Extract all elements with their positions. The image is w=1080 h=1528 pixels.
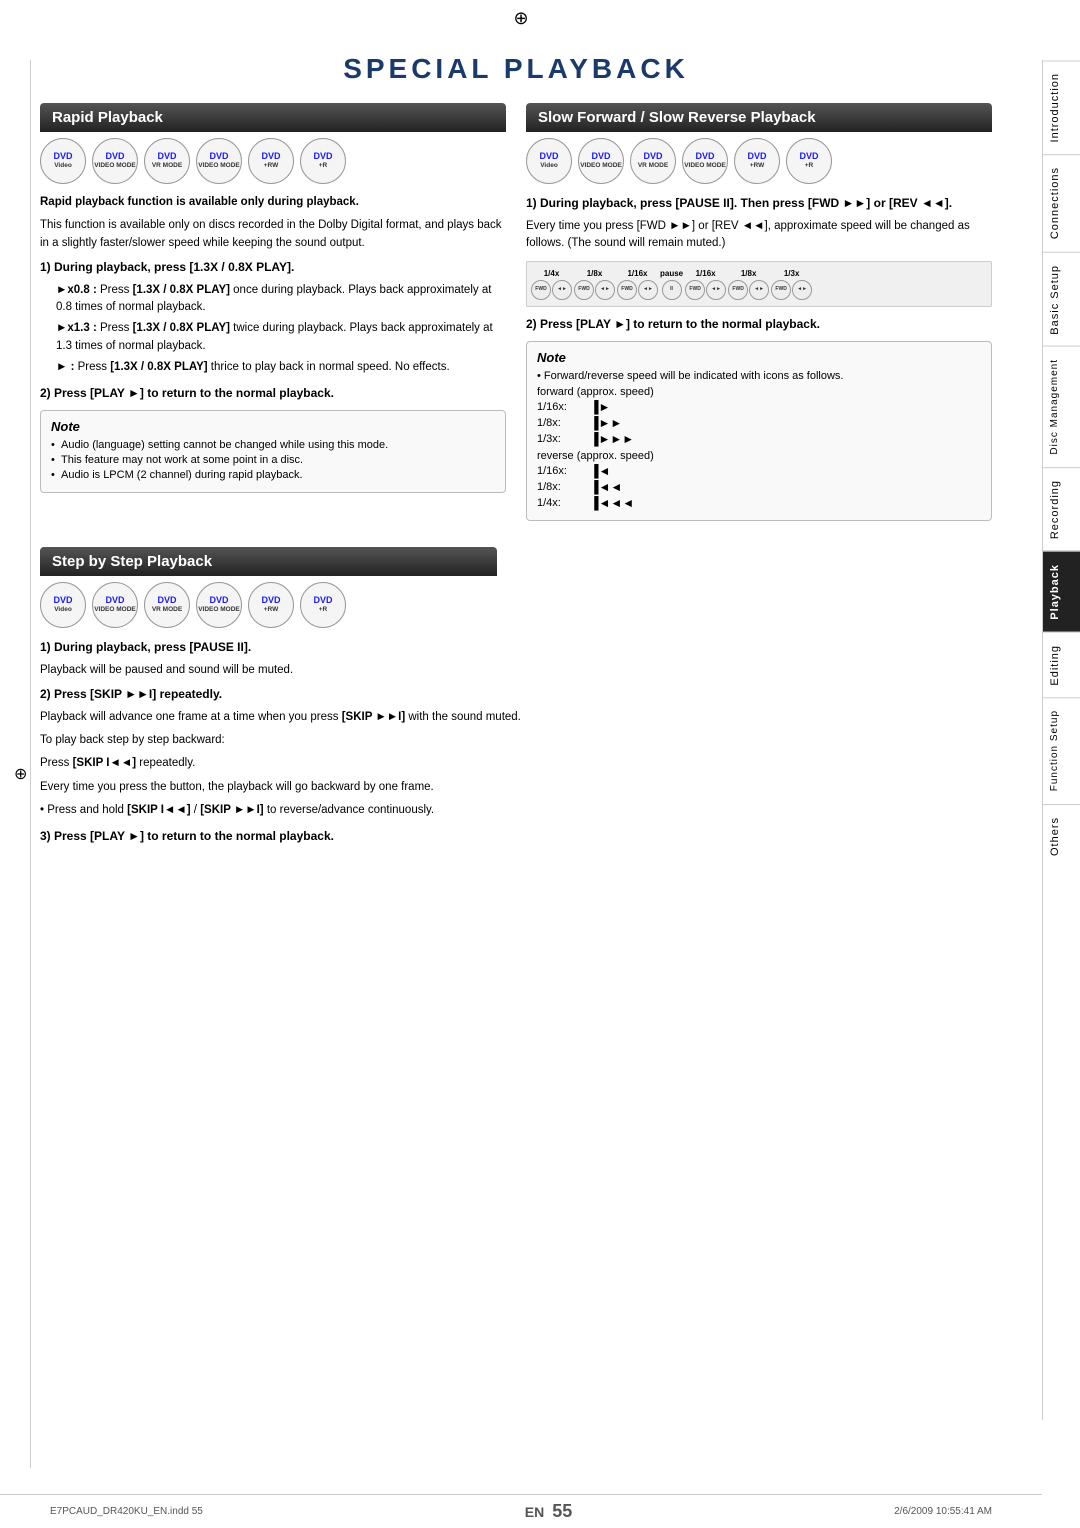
- slow-dvd-badge-vr-mode: DVD VR MODE: [630, 138, 676, 184]
- dvd-badge-vr-mode: DVD VR MODE: [144, 138, 190, 184]
- slow-note-box: Note • Forward/reverse speed will be ind…: [526, 341, 992, 521]
- rapid-note-box: Note Audio (language) setting cannot be …: [40, 410, 506, 493]
- step-step3-header: 3) Press [PLAY ►] to return to the norma…: [40, 827, 992, 845]
- top-registration-mark: ⊕: [0, 0, 1042, 33]
- step-by-step-section: Step by Step Playback DVD Video DVD VIDE…: [40, 547, 992, 846]
- rapid-item-normal: ► : Press [1.3X / 0.8X PLAY] thrice to p…: [40, 359, 506, 376]
- left-registration-mark: ⊕: [14, 764, 27, 784]
- rapid-playback-dvd-icons: DVD Video DVD VIDEO MODE DVD VR MODE DVD…: [40, 138, 506, 184]
- forward-speed-1-3x: 1/3x: ▐►►►: [537, 432, 981, 446]
- slow-dvd-badge-video-mode2: DVD VIDEO MODE: [682, 138, 728, 184]
- step-step1-text: Playback will be paused and sound will b…: [40, 662, 992, 679]
- reverse-speed-label: reverse (approx. speed): [537, 450, 981, 462]
- sidebar-tab-disc-management[interactable]: Disc Management: [1043, 346, 1080, 467]
- sidebar-tab-connections[interactable]: Connections: [1043, 154, 1080, 251]
- reverse-speed-1-4x: 1/4x: ▐◄◄◄: [537, 496, 981, 510]
- dvd-badge-video-mode: DVD VIDEO MODE: [92, 138, 138, 184]
- step-step2-text3: Press [SKIP I◄◄] repeatedly.: [40, 755, 992, 772]
- step-by-step-dvd-icons: DVD Video DVD VIDEO MODE DVD VR MODE DVD…: [40, 582, 992, 628]
- date-info: 2/6/2009 10:55:41 AM: [894, 1506, 992, 1517]
- margin-line-left: [30, 60, 31, 1468]
- slow-dvd-badge-video: DVD Video: [526, 138, 572, 184]
- speed-1-8x-b: 1/8x FWD ◄►: [728, 268, 769, 300]
- speed-diagram: 1/4x FWD ◄► 1/8x FWD ◄►: [526, 261, 992, 307]
- slow-playback-header: Slow Forward / Slow Reverse Playback: [526, 103, 992, 132]
- en-label: EN: [525, 1504, 544, 1520]
- step-step2-text1: Playback will advance one frame at a tim…: [40, 709, 992, 726]
- rapid-playback-body: Rapid playback function is available onl…: [40, 194, 506, 402]
- speed-1-8x-a: 1/8x FWD ◄►: [574, 268, 615, 300]
- step-by-step-header: Step by Step Playback: [40, 547, 497, 576]
- speed-1-16x-a: 1/16x FWD ◄►: [617, 268, 658, 300]
- rapid-intro-text: This function is available only on discs…: [40, 217, 506, 252]
- slow-dvd-badge-plus-r: DVD +R: [786, 138, 832, 184]
- rapid-note-item-2: This feature may not work at some point …: [51, 454, 495, 466]
- pause-block: pause II: [660, 268, 683, 300]
- reverse-speed-1-16x: 1/16x: ▐◄: [537, 464, 981, 478]
- slow-playback-dvd-icons: DVD Video DVD VIDEO MODE DVD VR MODE DVD…: [526, 138, 992, 184]
- speed-1-3x: 1/3x FWD ◄►: [771, 268, 812, 300]
- dvd-badge-plus-rw: DVD +RW: [248, 138, 294, 184]
- sidebar-tab-playback[interactable]: Playback: [1043, 551, 1080, 632]
- sidebar-tab-recording[interactable]: Recording: [1043, 467, 1080, 551]
- page-title: SPECIAL PLAYBACK: [40, 53, 992, 85]
- reverse-speed-1-8x: 1/8x: ▐◄◄: [537, 480, 981, 494]
- step-dvd-badge-video-mode: DVD VIDEO MODE: [92, 582, 138, 628]
- rapid-note-item-1: Audio (language) setting cannot be chang…: [51, 439, 495, 451]
- forward-speed-1-8x: 1/8x: ▐►►: [537, 416, 981, 430]
- right-sidebar: Introduction Connections Basic Setup Dis…: [1042, 60, 1080, 1420]
- dvd-badge-video-mode2: DVD VIDEO MODE: [196, 138, 242, 184]
- sidebar-tab-function-setup[interactable]: Function Setup: [1043, 697, 1080, 803]
- rapid-note-title: Note: [51, 419, 495, 434]
- two-column-layout: Rapid Playback DVD Video DVD VIDEO MODE …: [40, 103, 992, 529]
- bottom-bar: E7PCAUD_DR420KU_EN.indd 55 EN 55 2/6/200…: [0, 1494, 1042, 1528]
- slow-playback-section: Slow Forward / Slow Reverse Playback DVD…: [526, 103, 992, 529]
- rapid-playback-header: Rapid Playback: [40, 103, 506, 132]
- step-step2-text2: To play back step by step backward:: [40, 732, 992, 749]
- sidebar-tab-others[interactable]: Others: [1043, 804, 1080, 868]
- rapid-step2-header: 2) Press [PLAY ►] to return to the norma…: [40, 384, 506, 402]
- step-by-step-body: 1) During playback, press [PAUSE II]. Pl…: [40, 638, 992, 846]
- rapid-step1-header: 1) During playback, press [1.3X / 0.8X P…: [40, 258, 506, 276]
- slow-dvd-badge-video-mode: DVD VIDEO MODE: [578, 138, 624, 184]
- slow-note-title: Note: [537, 350, 981, 365]
- step-dvd-badge-plus-r: DVD +R: [300, 582, 346, 628]
- step-step2-text4: Every time you press the button, the pla…: [40, 779, 992, 796]
- step-dvd-badge-video-mode2: DVD VIDEO MODE: [196, 582, 242, 628]
- sidebar-tab-introduction[interactable]: Introduction: [1043, 60, 1080, 154]
- dvd-badge-video: DVD Video: [40, 138, 86, 184]
- rapid-intro-bold: Rapid playback function is available onl…: [40, 196, 359, 208]
- rapid-note-item-3: Audio is LPCM (2 channel) during rapid p…: [51, 469, 495, 481]
- rapid-item-1.3: ►x1.3 : Press [1.3X / 0.8X PLAY] twice d…: [40, 320, 506, 355]
- step-dvd-badge-video: DVD Video: [40, 582, 86, 628]
- step-step2-note: • Press and hold [SKIP I◄◄] / [SKIP ►►I]…: [40, 802, 992, 819]
- forward-speed-label: forward (approx. speed): [537, 386, 981, 398]
- speed-1-16x-b: 1/16x FWD ◄►: [685, 268, 726, 300]
- step-step1-header: 1) During playback, press [PAUSE II].: [40, 638, 992, 656]
- step-dvd-badge-vr-mode: DVD VR MODE: [144, 582, 190, 628]
- sidebar-tab-basic-setup[interactable]: Basic Setup: [1043, 252, 1080, 347]
- step-dvd-badge-plus-rw: DVD +RW: [248, 582, 294, 628]
- slow-note-intro: • Forward/reverse speed will be indicate…: [537, 370, 981, 382]
- step-step2-header: 2) Press [SKIP ►►I] repeatedly.: [40, 685, 992, 703]
- main-content: SPECIAL PLAYBACK Rapid Playback DVD Vide…: [0, 33, 1042, 1494]
- slow-step2-header: 2) Press [PLAY ►] to return to the norma…: [526, 315, 992, 333]
- slow-step1-text: Every time you press [FWD ►►] or [REV ◄◄…: [526, 218, 992, 253]
- sidebar-tab-editing[interactable]: Editing: [1043, 632, 1080, 698]
- page-wrapper: ⊕ Introduction Connections Basic Setup D…: [0, 0, 1080, 1528]
- rapid-item-0.8: ►x0.8 : Press [1.3X / 0.8X PLAY] once du…: [40, 282, 506, 317]
- slow-step1-header: 1) During playback, press [PAUSE II]. Th…: [526, 194, 992, 212]
- slow-playback-body: 1) During playback, press [PAUSE II]. Th…: [526, 194, 992, 333]
- page-number: 55: [552, 1501, 572, 1522]
- dvd-badge-plus-r: DVD +R: [300, 138, 346, 184]
- file-info: E7PCAUD_DR420KU_EN.indd 55: [50, 1506, 203, 1517]
- slow-dvd-badge-plus-rw: DVD +RW: [734, 138, 780, 184]
- rapid-playback-section: Rapid Playback DVD Video DVD VIDEO MODE …: [40, 103, 506, 529]
- forward-speed-1-16x: 1/16x: ▐►: [537, 400, 981, 414]
- speed-1-4x: 1/4x FWD ◄►: [531, 268, 572, 300]
